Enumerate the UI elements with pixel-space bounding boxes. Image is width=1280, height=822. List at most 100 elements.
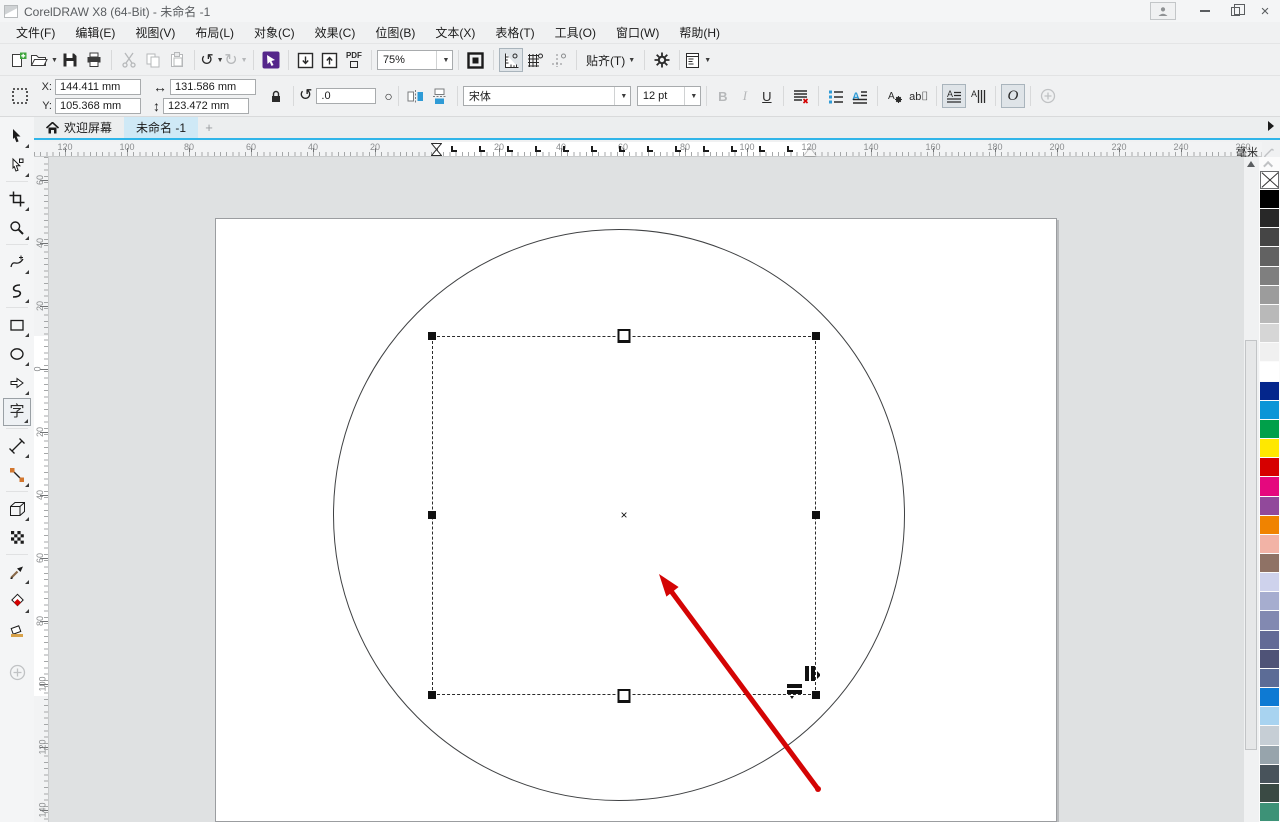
tab-document-1[interactable]: 未命名 -1 xyxy=(124,117,198,138)
menu-effects[interactable]: 效果(C) xyxy=(305,22,366,43)
quick-customize-button[interactable] xyxy=(1036,84,1060,108)
interactive-opentype-toggle[interactable]: O xyxy=(1001,84,1025,108)
font-family-combo[interactable]: 宋体 ▼ xyxy=(463,86,631,106)
search-content-button[interactable] xyxy=(259,48,283,72)
selection-handle-middle-right[interactable] xyxy=(812,511,820,519)
color-swatch[interactable] xyxy=(1260,458,1279,476)
selection-handle-bottom-right[interactable] xyxy=(812,691,820,699)
ruler-tab-stop-marker[interactable] xyxy=(479,146,485,152)
drawing-canvas[interactable]: × xyxy=(49,157,1244,822)
ruler-tab-stop-marker[interactable] xyxy=(563,146,569,152)
selection-handle-top-left[interactable] xyxy=(428,332,436,340)
color-swatch[interactable] xyxy=(1260,765,1279,783)
italic-button[interactable]: I xyxy=(734,88,756,104)
vertical-ruler[interactable]: 604020020406080100120140 xyxy=(34,157,49,822)
undo-button[interactable]: ↺ ▼ xyxy=(200,48,224,72)
color-swatch[interactable] xyxy=(1260,382,1279,400)
color-swatch[interactable] xyxy=(1260,669,1279,687)
color-swatch[interactable] xyxy=(1260,362,1279,380)
menu-view[interactable]: 视图(V) xyxy=(125,22,185,43)
freehand-tool[interactable] xyxy=(3,248,31,276)
color-swatch[interactable] xyxy=(1260,477,1279,495)
color-swatch[interactable] xyxy=(1260,343,1279,361)
color-swatch[interactable] xyxy=(1260,631,1279,649)
edit-text-button[interactable]: ab xyxy=(907,84,931,108)
object-width-field[interactable]: 131.586 mm xyxy=(170,79,256,95)
color-eyedropper-tool[interactable] xyxy=(3,558,31,586)
x-position-field[interactable]: 144.411 mm xyxy=(55,79,141,95)
paste-button[interactable] xyxy=(165,48,189,72)
color-swatch[interactable] xyxy=(1260,688,1279,706)
zoom-level-combo[interactable]: 75% ▼ xyxy=(377,50,453,70)
save-button[interactable] xyxy=(58,48,82,72)
menu-window[interactable]: 窗口(W) xyxy=(606,22,669,43)
menu-text[interactable]: 文本(X) xyxy=(425,22,485,43)
text-flow-tab-bottom[interactable] xyxy=(618,689,631,703)
ruler-tab-stop-marker[interactable] xyxy=(759,146,765,152)
color-swatch[interactable] xyxy=(1260,726,1279,744)
color-swatch[interactable] xyxy=(1260,247,1279,265)
dimension-tool[interactable] xyxy=(3,432,31,460)
fullscreen-preview-button[interactable] xyxy=(464,48,488,72)
ruler-tab-stop-marker[interactable] xyxy=(787,146,793,152)
menu-bitmaps[interactable]: 位图(B) xyxy=(365,22,425,43)
color-swatch[interactable] xyxy=(1260,803,1279,821)
text-alignment-button[interactable] xyxy=(789,84,813,108)
pick-tool[interactable] xyxy=(3,122,31,150)
vertical-text-button[interactable]: A xyxy=(966,84,990,108)
launcher-dropdown-arrow[interactable]: ▼ xyxy=(704,57,711,64)
docker-expand-arrow[interactable] xyxy=(1268,121,1274,131)
underline-button[interactable]: U xyxy=(756,89,778,104)
show-guidelines-toggle[interactable] xyxy=(547,48,571,72)
menu-tools[interactable]: 工具(O) xyxy=(545,22,606,43)
extrude-tool[interactable] xyxy=(3,495,31,523)
color-swatch[interactable] xyxy=(1260,420,1279,438)
artistic-media-tool[interactable] xyxy=(3,277,31,305)
bulleted-list-button[interactable] xyxy=(824,84,848,108)
copy-button[interactable] xyxy=(141,48,165,72)
menu-edit[interactable]: 编辑(E) xyxy=(65,22,125,43)
palette-scroll-up[interactable] xyxy=(1260,157,1279,171)
menu-table[interactable]: 表格(T) xyxy=(485,22,544,43)
export-button[interactable] xyxy=(318,48,342,72)
mirror-horizontal-button[interactable] xyxy=(404,84,428,108)
color-swatch[interactable] xyxy=(1260,286,1279,304)
color-swatch[interactable] xyxy=(1260,267,1279,285)
polygon-tool[interactable] xyxy=(3,369,31,397)
color-swatch[interactable] xyxy=(1260,516,1279,534)
ruler-tab-stop-marker[interactable] xyxy=(703,146,709,152)
color-swatch[interactable] xyxy=(1260,439,1279,457)
rotation-angle-field[interactable]: .0 xyxy=(316,88,376,104)
color-swatch[interactable] xyxy=(1260,554,1279,572)
color-swatch[interactable] xyxy=(1260,650,1279,668)
zoom-tool[interactable] xyxy=(3,214,31,242)
new-tab-button[interactable]: + xyxy=(198,117,220,138)
color-swatch[interactable] xyxy=(1260,784,1279,802)
rectangle-tool[interactable] xyxy=(3,311,31,339)
menu-file[interactable]: 文件(F) xyxy=(6,22,65,43)
crop-tool[interactable] xyxy=(3,185,31,213)
font-size-combo[interactable]: 12 pt ▼ xyxy=(637,86,701,106)
color-swatch[interactable] xyxy=(1260,746,1279,764)
ruler-tab-stop-marker[interactable] xyxy=(731,146,737,152)
ruler-tab-stop-marker[interactable] xyxy=(619,146,625,152)
cut-button[interactable] xyxy=(117,48,141,72)
font-family-dropdown[interactable]: ▼ xyxy=(614,87,630,105)
transparency-tool[interactable] xyxy=(3,524,31,552)
ruler-tab-stop-marker[interactable] xyxy=(535,146,541,152)
show-rulers-toggle[interactable] xyxy=(499,48,523,72)
snap-to-button[interactable]: 贴齐(T) ▼ xyxy=(582,52,639,69)
publish-pdf-button[interactable]: PDF xyxy=(342,48,366,72)
interactive-fill-tool[interactable] xyxy=(3,587,31,615)
color-swatch[interactable] xyxy=(1260,228,1279,246)
menu-layout[interactable]: 布局(L) xyxy=(185,22,244,43)
text-properties-button[interactable]: A xyxy=(883,84,907,108)
color-swatch[interactable] xyxy=(1260,592,1279,610)
print-button[interactable] xyxy=(82,48,106,72)
scrollbar-thumb[interactable] xyxy=(1245,340,1257,750)
color-swatch[interactable] xyxy=(1260,324,1279,342)
horizontal-ruler[interactable]: 1201008060402020406080100120140160180200… xyxy=(34,142,1262,157)
ruler-tab-stop-marker[interactable] xyxy=(675,146,681,152)
no-color-swatch[interactable] xyxy=(1260,171,1279,189)
menu-help[interactable]: 帮助(H) xyxy=(669,22,730,43)
